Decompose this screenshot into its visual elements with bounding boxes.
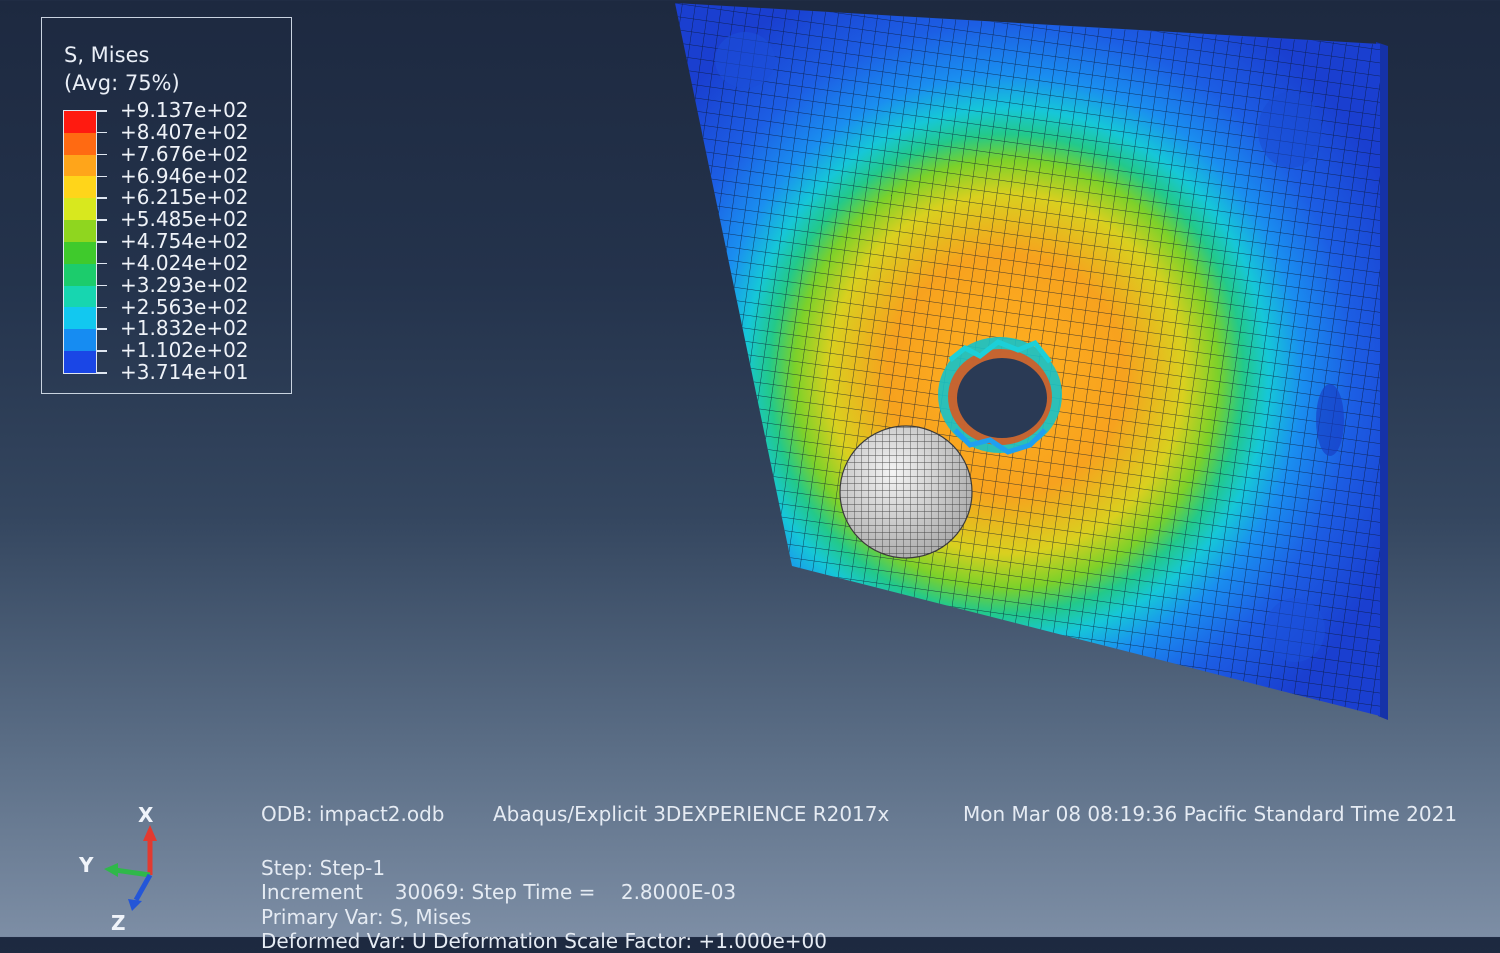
step-name: Step: Step-1	[261, 856, 386, 880]
legend-tick	[97, 306, 107, 308]
legend-tick	[97, 284, 107, 287]
legend-value-label: +4.754e+02	[120, 229, 249, 253]
legend-value-label: +1.832e+02	[120, 316, 249, 341]
legend-tick	[97, 197, 107, 199]
legend-swatch	[64, 111, 96, 133]
solver-version: Abaqus/Explicit 3DEXPERIENCE R2017x	[493, 802, 890, 826]
legend-value-label: +3.293e+02	[120, 272, 249, 297]
legend-swatch	[64, 329, 96, 352]
projectile-sphere	[839, 425, 973, 559]
legend-value-label: +7.676e+02	[120, 141, 249, 166]
increment-info: Increment 30069: Step Time = 2.8000E-03	[261, 880, 737, 904]
plate	[675, 3, 1388, 720]
legend-tick	[97, 175, 107, 177]
deformed-variable: Deformed Var: U Deformation Scale Factor…	[261, 929, 827, 953]
legend-value-label: +4.024e+02	[120, 250, 249, 275]
legend-value-label: +6.215e+02	[120, 185, 249, 210]
legend-value-label: +1.102e+02	[120, 338, 249, 363]
legend-value-label: +2.563e+02	[120, 294, 249, 319]
legend-color-bar	[63, 110, 97, 374]
legend-value-label: +8.407e+02	[120, 119, 249, 144]
legend-tick	[97, 262, 107, 265]
primary-variable: Primary Var: S, Mises	[261, 905, 472, 929]
legend-swatch	[64, 132, 96, 155]
legend-swatch	[64, 285, 96, 308]
legend-tick	[97, 219, 107, 221]
legend-swatch	[64, 307, 96, 330]
legend-tick	[97, 131, 107, 134]
legend-tick	[97, 110, 107, 112]
viewport[interactable]: S, Mises (Avg: 75%) +9.137e+02 +8.407e+02…	[0, 0, 1500, 953]
legend-value-label: +5.485e+02	[120, 207, 249, 232]
odb-name: ODB: impact2.odb	[261, 802, 445, 826]
legend-swatch	[64, 241, 96, 264]
legend-swatch	[64, 154, 96, 177]
legend-title: S, Mises	[64, 43, 150, 67]
triad-z-label: Z	[111, 911, 126, 935]
legend-swatch	[64, 263, 96, 286]
legend-value-label: +9.137e+02	[120, 98, 249, 122]
legend-swatch	[64, 198, 96, 221]
orientation-triad[interactable]: X Y Z	[70, 795, 180, 937]
triad-y-label: Y	[79, 853, 94, 877]
legend-tick	[97, 372, 107, 374]
contour-legend[interactable]: S, Mises (Avg: 75%) +9.137e+02 +8.407e+02…	[41, 17, 292, 394]
legend-tick	[97, 241, 107, 243]
legend-subtitle: (Avg: 75%)	[64, 71, 180, 95]
legend-swatch	[64, 220, 96, 242]
legend-value-label: +6.946e+02	[120, 163, 249, 188]
legend-swatch	[64, 351, 96, 373]
triad-x-label: X	[138, 803, 154, 827]
legend-swatch	[64, 176, 96, 199]
legend-tick	[97, 153, 107, 156]
timestamp: Mon Mar 08 08:19:36 Pacific Standard Tim…	[963, 802, 1458, 826]
legend-tick	[97, 328, 107, 330]
legend-tick	[97, 350, 107, 352]
legend-value-label: +3.714e+01	[120, 360, 249, 384]
